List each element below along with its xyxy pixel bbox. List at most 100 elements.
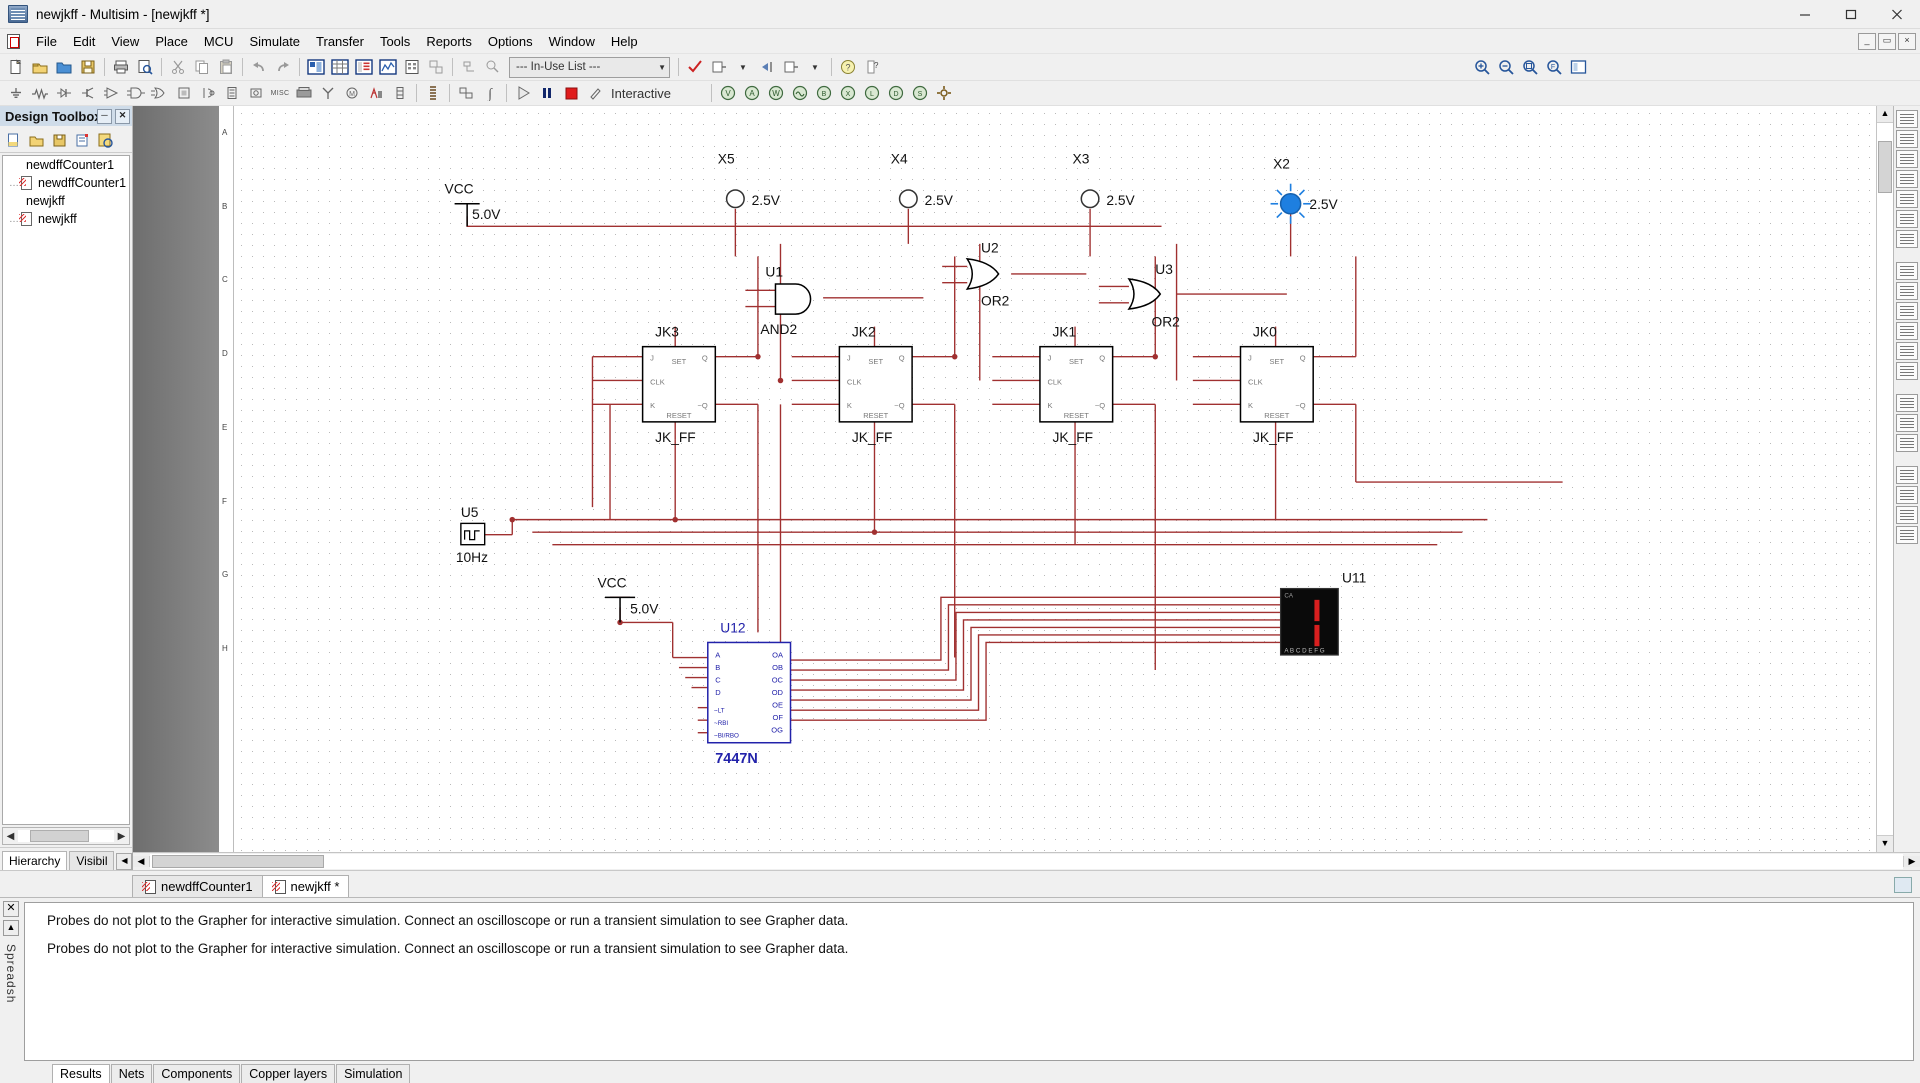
place-ni-components-icon[interactable] [364,82,388,104]
palette-button-10[interactable] [1896,302,1918,320]
tree-item-root-2[interactable]: newjkff [3,192,129,210]
palette-button-20[interactable] [1896,526,1918,544]
tab-copper-layers[interactable]: Copper layers [241,1064,336,1083]
menu-tools[interactable]: Tools [372,31,418,52]
place-analog-icon[interactable] [100,82,124,104]
scroll-left-arrow-icon[interactable]: ◀ [3,831,18,842]
palette-button-13[interactable] [1896,362,1918,380]
place-misc-icon[interactable]: MISC [268,82,292,104]
zoom-fit-icon[interactable]: F [1542,56,1566,78]
palette-button-19[interactable] [1896,506,1918,524]
instrument-function-generator-icon[interactable]: A [740,82,764,104]
paste-icon[interactable] [214,56,238,78]
vscroll-thumb[interactable] [1878,141,1892,193]
palette-button-14[interactable] [1896,394,1918,412]
hscroll-right-arrow-icon[interactable]: ▶ [1903,856,1920,867]
new-file-icon[interactable] [4,56,28,78]
postprocessor-icon[interactable] [400,56,424,78]
redo-icon[interactable] [271,56,295,78]
design-toolbox-minimize-button[interactable]: ─ [97,108,112,124]
place-advanced-peripheral-icon[interactable] [292,82,316,104]
palette-button-3[interactable] [1896,150,1918,168]
place-cmos-icon[interactable] [148,82,172,104]
palette-button-9[interactable] [1896,282,1918,300]
open-file-icon[interactable] [28,56,52,78]
full-screen-icon[interactable] [1566,56,1590,78]
tab-nets[interactable]: Nets [110,1064,153,1083]
zoom-out-icon[interactable] [1494,56,1518,78]
palette-button-8[interactable] [1896,262,1918,280]
tab-hierarchy[interactable]: Hierarchy [2,851,68,870]
back-annotate-icon[interactable] [457,56,481,78]
hscroll-left-arrow-icon[interactable]: ◀ [133,856,150,867]
design-toolbox-close-button[interactable]: ✕ [115,108,130,124]
print-preview-icon[interactable] [133,56,157,78]
menu-place[interactable]: Place [147,31,196,52]
scroll-down-arrow-icon[interactable]: ▼ [1877,835,1893,852]
database-icon[interactable] [352,56,376,78]
hscroll-thumb[interactable] [152,855,324,868]
palette-button-4[interactable] [1896,170,1918,188]
netlist-icon[interactable] [424,56,448,78]
scroll-right-arrow-icon[interactable]: ▶ [114,831,129,842]
forward-annotate-icon[interactable] [481,56,505,78]
erc-check-icon[interactable] [683,56,707,78]
instrument-multimeter-icon[interactable]: V [716,82,740,104]
export-dropdown-icon[interactable]: ▼ [731,56,755,78]
run-simulation-button[interactable] [511,82,535,104]
close-button[interactable] [1874,0,1920,28]
hscroll-track[interactable] [150,854,1903,869]
tree-item-sheet-1[interactable]: … newdffCounter1 [3,174,129,192]
palette-button-1[interactable] [1896,110,1918,128]
minimize-button[interactable] [1782,0,1828,28]
sheet-tab-newjkff[interactable]: newjkff * [261,875,350,897]
place-misc-digital-icon[interactable] [172,82,196,104]
mdi-minimize-button[interactable]: _ [1858,32,1876,50]
mdi-restore-button[interactable]: ▭ [1878,32,1896,50]
place-hierarchical-block-icon[interactable] [421,82,445,104]
palette-button-12[interactable] [1896,342,1918,360]
palette-button-15[interactable] [1896,414,1918,432]
tree-item-sheet-2[interactable]: … newjkff [3,210,129,228]
place-indicator-icon[interactable] [220,82,244,104]
schematic-sheet[interactable]: VCC 5.0V VCC 5.0V X5 2.5V X4 2.5V X3 2.5… [234,106,1876,852]
palette-button-7[interactable] [1896,230,1918,248]
context-help-icon[interactable]: ? [860,56,884,78]
tab-results[interactable]: Results [52,1064,110,1083]
menu-simulate[interactable]: Simulate [241,31,308,52]
design-toolbox-hscrollbar[interactable]: ◀ ▶ [2,827,130,845]
palette-button-11[interactable] [1896,322,1918,340]
instrument-oscilloscope-icon[interactable] [788,82,812,104]
save-design-icon[interactable] [48,130,70,150]
scroll-up-arrow-icon[interactable]: ▲ [1877,106,1893,123]
menu-options[interactable]: Options [480,31,541,52]
place-rf-icon[interactable] [316,82,340,104]
new-sheet-icon[interactable] [71,130,93,150]
tab-scroll-left-icon[interactable]: ◀ [116,853,133,870]
place-diode-icon[interactable] [52,82,76,104]
export-icon[interactable] [707,56,731,78]
menu-help[interactable]: Help [603,31,646,52]
place-electromech-icon[interactable]: M [340,82,364,104]
palette-button-17[interactable] [1896,466,1918,484]
mdi-close-button[interactable]: × [1898,32,1916,50]
place-transistor-icon[interactable] [76,82,100,104]
print-icon[interactable] [109,56,133,78]
instrument-word-generator-icon[interactable]: X [836,82,860,104]
place-basic-icon[interactable] [28,82,52,104]
menu-transfer[interactable]: Transfer [308,31,372,52]
simulation-settings-icon[interactable] [583,82,607,104]
menu-file[interactable]: File [28,31,65,52]
zoom-area-icon[interactable] [1518,56,1542,78]
sheet-tab-newdffcounter1[interactable]: newdffCounter1 [132,875,263,897]
scroll-track[interactable] [18,830,114,842]
palette-button-2[interactable] [1896,130,1918,148]
spreadsheet-close-button[interactable]: ✕ [3,901,19,917]
new-design-icon[interactable] [2,130,24,150]
instrument-distortion-analyzer-icon[interactable]: D [884,82,908,104]
palette-button-5[interactable] [1896,190,1918,208]
in-use-list-combo[interactable]: --- In-Use List --- ▼ [509,56,670,78]
menu-window[interactable]: Window [541,31,603,52]
tab-simulation[interactable]: Simulation [336,1064,411,1083]
canvas-vertical-scrollbar[interactable]: ▲ ▼ [1876,106,1893,852]
